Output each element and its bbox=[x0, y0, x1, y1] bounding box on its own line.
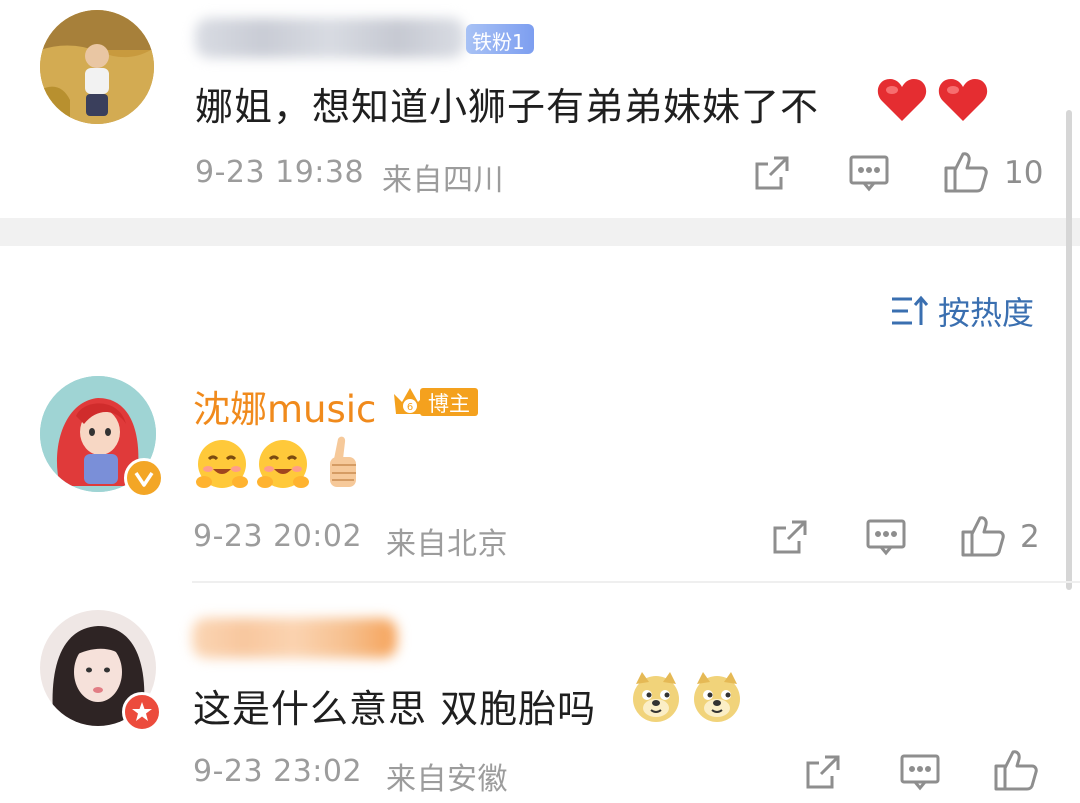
heart-emoji bbox=[937, 77, 989, 131]
verified-icon bbox=[124, 458, 164, 498]
comment-button[interactable] bbox=[899, 752, 941, 792]
like-icon bbox=[994, 750, 1038, 791]
like-icon bbox=[961, 516, 1005, 557]
scrollbar-track[interactable] bbox=[1066, 110, 1072, 590]
like-count: 10 bbox=[1004, 155, 1044, 191]
comment-divider bbox=[192, 581, 1080, 583]
username-blurred[interactable] bbox=[192, 618, 397, 658]
comment-icon bbox=[849, 155, 889, 192]
blogger-badge: 6 博主 bbox=[390, 382, 480, 420]
comment-button[interactable] bbox=[848, 153, 890, 193]
comment-location: 来自安徽 bbox=[386, 762, 508, 797]
share-icon bbox=[773, 520, 807, 554]
blogger-badge-label: 博主 bbox=[428, 392, 470, 416]
comment-text: 这是什么意思 双胞胎吗 bbox=[193, 687, 597, 731]
member-badge-icon bbox=[122, 692, 162, 732]
smile-emoji bbox=[256, 437, 310, 499]
comment-location: 来自四川 bbox=[382, 163, 504, 198]
heart-emoji bbox=[876, 77, 928, 131]
share-button[interactable] bbox=[803, 752, 843, 792]
share-icon bbox=[806, 755, 840, 789]
comment-time: 9-23 23:02 bbox=[193, 754, 363, 789]
comment-icon bbox=[900, 754, 940, 791]
avatar[interactable] bbox=[40, 10, 154, 124]
svg-text:6: 6 bbox=[407, 402, 413, 413]
share-button[interactable] bbox=[752, 153, 792, 193]
section-divider bbox=[0, 218, 1080, 246]
like-button[interactable] bbox=[993, 748, 1039, 792]
fan-badge: 铁粉1 bbox=[466, 24, 534, 54]
share-button[interactable] bbox=[770, 517, 810, 557]
comment-location: 来自北京 bbox=[386, 527, 508, 562]
like-button[interactable] bbox=[960, 514, 1006, 558]
like-icon bbox=[944, 152, 988, 193]
like-count: 2 bbox=[1020, 519, 1040, 555]
sort-icon bbox=[892, 295, 929, 325]
username[interactable]: 沈娜music bbox=[193, 379, 376, 433]
smile-emoji bbox=[195, 437, 249, 499]
sort-label: 按热度 bbox=[938, 294, 1035, 332]
comment-text: 娜姐，想知道小狮子有弟弟妹妹了不 bbox=[195, 85, 820, 129]
comment-icon bbox=[866, 519, 906, 556]
share-icon bbox=[755, 156, 789, 190]
comment-time: 9-23 20:02 bbox=[193, 519, 363, 554]
doge-emoji bbox=[690, 670, 744, 732]
comment-time: 9-23 19:38 bbox=[195, 155, 365, 190]
username-blurred[interactable] bbox=[195, 18, 465, 58]
sort-toggle[interactable]: 按热度 bbox=[890, 288, 1034, 334]
like-button[interactable] bbox=[943, 150, 989, 194]
doge-emoji bbox=[629, 670, 683, 732]
fan-badge-label: 铁粉1 bbox=[472, 30, 525, 54]
thumbs-up-emoji bbox=[320, 433, 362, 499]
comment-button[interactable] bbox=[865, 517, 907, 557]
